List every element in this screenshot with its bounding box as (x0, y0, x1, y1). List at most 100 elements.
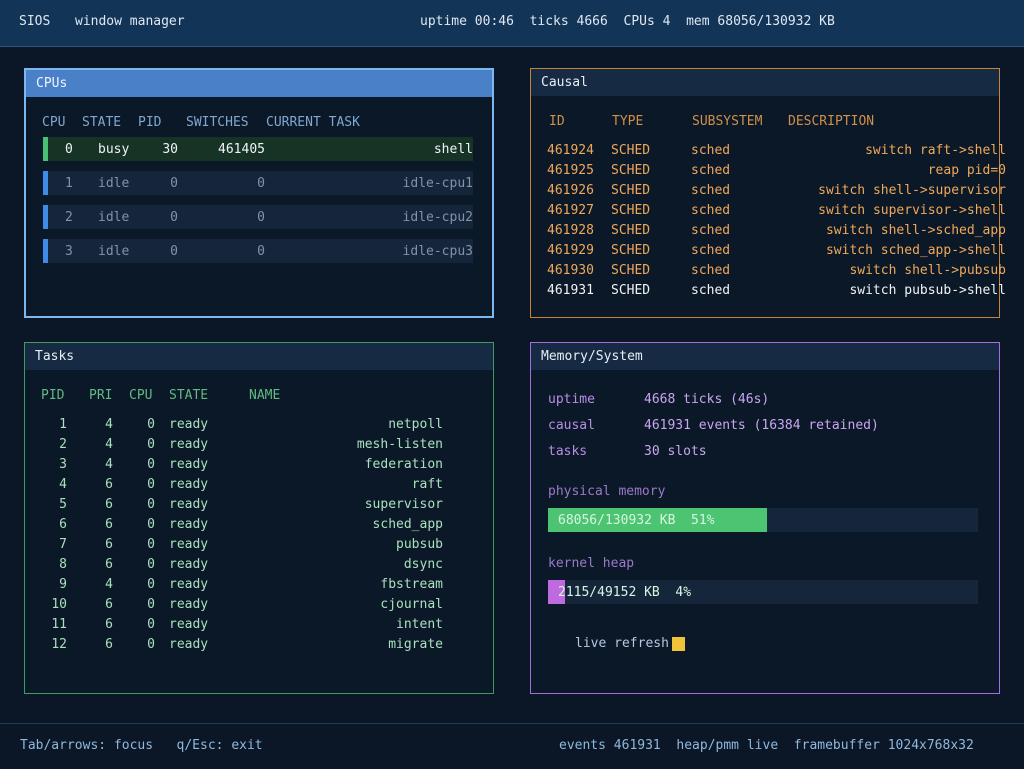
tasks-panel[interactable]: Tasks PID PRI CPU STATE NAME 1 4 0 ready net… (24, 342, 494, 694)
task-header-pri: PRI (89, 388, 113, 403)
task-pri: 4 (105, 417, 113, 432)
task-row[interactable]: 4 6 0 ready raft (25, 477, 495, 495)
task-pid: 3 (59, 457, 67, 472)
footer-status: events 461931 heap/pmm live framebuffer … (559, 738, 974, 753)
task-cpu: 0 (147, 597, 155, 612)
task-row[interactable]: 9 4 0 ready fbstream (25, 577, 495, 595)
task-row[interactable]: 12 6 0 ready migrate (25, 637, 495, 655)
task-cpu: 0 (147, 497, 155, 512)
event-type: SCHED (611, 163, 651, 178)
task-pri: 6 (105, 477, 113, 492)
task-row[interactable]: 10 6 0 ready cjournal (25, 597, 495, 615)
event-subsystem: sched (691, 183, 731, 198)
task-name: pubsub (396, 537, 443, 552)
system-stats: uptime 00:46 ticks 4666 CPUs 4 mem 68056… (420, 14, 835, 29)
causal-header-subsystem: SUBSYSTEM (692, 114, 763, 129)
cpus-panel-title: CPUs (36, 76, 68, 91)
event-subsystem: sched (691, 243, 731, 258)
task-pri: 4 (105, 457, 113, 472)
cpu-header-pid: PID (138, 115, 162, 130)
stat-value-causal: 461931 events (16384 retained) (644, 418, 879, 433)
task-pid: 2 (59, 437, 67, 452)
cpu-pid: 30 (162, 142, 178, 157)
task-row[interactable]: 7 6 0 ready pubsub (25, 537, 495, 555)
kernel-heap-meter: 2115/49152 KB 4% (548, 580, 978, 604)
task-name: supervisor (364, 497, 443, 512)
task-pid: 1 (59, 417, 67, 432)
event-description: reap pid=0 (927, 163, 1006, 178)
event-type: SCHED (611, 143, 651, 158)
task-row[interactable]: 1 4 0 ready netpoll (25, 417, 495, 435)
tasks-panel-title: Tasks (35, 349, 75, 364)
task-name: sched_app (372, 517, 443, 532)
cpu-current-task: idle-cpu3 (402, 244, 473, 259)
event-type: SCHED (611, 263, 651, 278)
task-pid: 6 (59, 517, 67, 532)
event-subsystem: sched (691, 203, 731, 218)
causal-event-row: 461929 SCHED sched switch sched_app->shell (531, 243, 1006, 261)
task-row[interactable]: 6 6 0 ready sched_app (25, 517, 495, 535)
cpu-state: idle (98, 244, 130, 259)
cpu-state: busy (98, 142, 130, 157)
cpu-current-task: idle-cpu2 (402, 210, 473, 225)
task-row[interactable]: 2 4 0 ready mesh-listen (25, 437, 495, 455)
task-row[interactable]: 8 6 0 ready dsync (25, 557, 495, 575)
causal-header-id: ID (549, 114, 565, 129)
event-type: SCHED (611, 203, 651, 218)
causal-event-row: 461927 SCHED sched switch supervisor->shell (531, 203, 1006, 221)
memory-panel[interactable]: Memory/System uptime 4668 ticks (46s) ca… (530, 342, 1000, 694)
cpu-id: 2 (65, 210, 73, 225)
causal-panel[interactable]: Causal ID TYPE SUBSYSTEM DESCRIPTION 461… (530, 68, 1006, 318)
task-state: ready (169, 637, 209, 652)
task-name: intent (396, 617, 443, 632)
event-type: SCHED (611, 283, 651, 298)
cpu-row[interactable]: 3 idle 0 0 idle-cpu3 (43, 239, 473, 263)
task-state: ready (169, 537, 209, 552)
stat-value-tasks: 30 slots (644, 444, 707, 459)
kernel-heap-text: 2115/49152 KB 4% (558, 585, 692, 600)
task-state: ready (169, 597, 209, 612)
task-state: ready (169, 457, 209, 472)
task-pid: 12 (51, 637, 67, 652)
physical-memory-label: physical memory (548, 484, 666, 499)
event-id: 461931 (547, 283, 594, 298)
physical-memory-meter: 68056/130932 KB 51% (548, 508, 978, 532)
task-pid: 9 (59, 577, 67, 592)
cpus-panel[interactable]: CPUs CPU STATE PID SWITCHES CURRENT TASK… (24, 68, 494, 318)
event-id: 461930 (547, 263, 594, 278)
causal-header-type: TYPE (612, 114, 644, 129)
task-header-pid: PID (41, 388, 65, 403)
cpu-row[interactable]: 2 idle 0 0 idle-cpu2 (43, 205, 473, 229)
cpus-panel-header: CPUs (26, 70, 492, 97)
causal-panel-header: Causal (531, 69, 999, 96)
kernel-heap-label: kernel heap (548, 556, 635, 571)
task-pid: 7 (59, 537, 67, 552)
task-pri: 6 (105, 637, 113, 652)
causal-event-row: 461924 SCHED sched switch raft->shell (531, 143, 1006, 161)
task-pri: 4 (105, 437, 113, 452)
stat-label-causal: causal (548, 418, 595, 433)
event-id: 461925 (547, 163, 594, 178)
event-subsystem: sched (691, 143, 731, 158)
task-pid: 4 (59, 477, 67, 492)
task-state: ready (169, 437, 209, 452)
cpu-state-bar (43, 239, 48, 263)
task-row[interactable]: 3 4 0 ready federation (25, 457, 495, 475)
task-cpu: 0 (147, 577, 155, 592)
event-type: SCHED (611, 183, 651, 198)
event-description: switch sched_app->shell (825, 243, 1006, 258)
cpu-row[interactable]: 1 idle 0 0 idle-cpu1 (43, 171, 473, 195)
task-name: fbstream (380, 577, 443, 592)
event-description: switch shell->pubsub (849, 263, 1006, 278)
memory-panel-title: Memory/System (541, 349, 643, 364)
task-cpu: 0 (147, 537, 155, 552)
cpu-row[interactable]: 0 busy 30 461405 shell (43, 137, 473, 161)
event-description: switch supervisor->shell (818, 203, 1006, 218)
event-description: switch shell->supervisor (818, 183, 1006, 198)
event-description: switch shell->sched_app (825, 223, 1006, 238)
task-state: ready (169, 477, 209, 492)
task-row[interactable]: 5 6 0 ready supervisor (25, 497, 495, 515)
task-state: ready (169, 557, 209, 572)
task-state: ready (169, 577, 209, 592)
task-row[interactable]: 11 6 0 ready intent (25, 617, 495, 635)
